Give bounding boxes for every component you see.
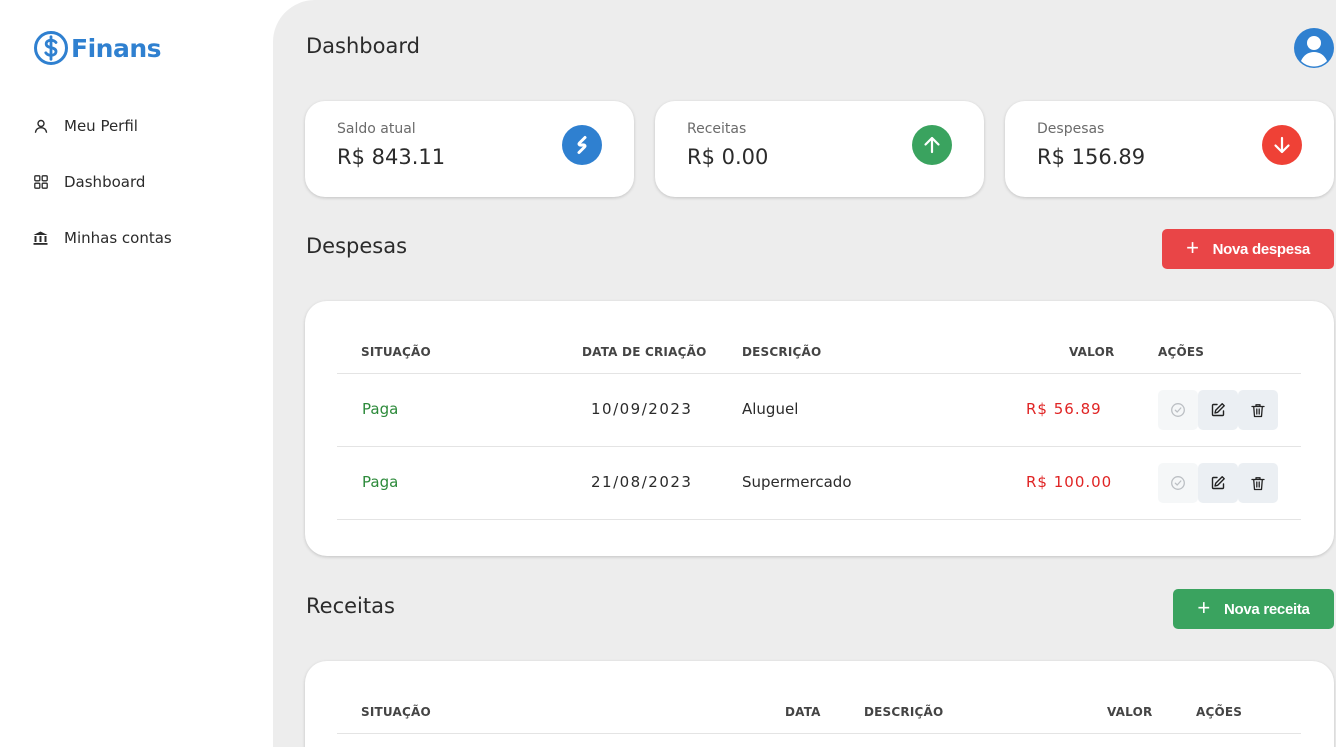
balance-icon	[562, 125, 602, 165]
arrow-down-icon	[1262, 125, 1302, 165]
column-header: AÇÕES	[1158, 345, 1205, 359]
app-name: Finans	[71, 33, 162, 63]
plus-icon: +	[1186, 235, 1199, 260]
expenses-section-title: Despesas	[306, 234, 408, 258]
column-header: AÇÕES	[1196, 705, 1243, 719]
income-section-title: Receitas	[306, 594, 395, 618]
column-header: SITUAÇÃO	[361, 345, 431, 359]
dollar-circle-icon	[34, 31, 68, 65]
bank-icon	[33, 231, 48, 246]
plus-icon: +	[1197, 595, 1210, 620]
edit-icon	[1211, 476, 1225, 490]
new-income-button[interactable]: + Nova receita	[1173, 589, 1334, 629]
expenses-table: SITUAÇÃO DATA DE CRIAÇÃO DESCRIÇÃO VALOR…	[305, 301, 1334, 556]
trash-icon	[1251, 476, 1265, 490]
new-expense-button[interactable]: + Nova despesa	[1162, 229, 1334, 269]
edit-icon	[1211, 403, 1225, 417]
card-value: R$ 0.00	[687, 145, 769, 169]
user-avatar-icon[interactable]	[1293, 27, 1335, 69]
arrow-up-icon	[912, 125, 952, 165]
status-badge: Paga	[362, 400, 399, 418]
sidebar-nav: Meu Perfil Dashboard Minhas contas	[33, 112, 172, 280]
date-cell: 21/08/2023	[591, 473, 693, 491]
column-header: DESCRIÇÃO	[864, 705, 944, 719]
check-circle-icon	[1171, 403, 1185, 417]
income-card: Receitas R$ 0.00	[655, 101, 984, 197]
balance-card: Saldo atual R$ 843.11	[305, 101, 634, 197]
card-label: Despesas	[1037, 121, 1105, 137]
income-table: SITUAÇÃO DATA DESCRIÇÃO VALOR AÇÕES	[305, 661, 1334, 747]
column-header: VALOR	[1069, 345, 1115, 359]
sidebar: Finans Meu Perfil Dashboard Minhas conta…	[0, 0, 273, 747]
delete-button[interactable]	[1238, 390, 1278, 430]
main-content: Dashboard Saldo atual R$ 843.11 Receitas…	[273, 0, 1336, 747]
edit-button[interactable]	[1198, 390, 1238, 430]
row-divider	[337, 373, 1301, 374]
description-cell: Aluguel	[742, 400, 799, 418]
sidebar-item-dashboard[interactable]: Dashboard	[33, 168, 172, 196]
new-expense-label: Nova despesa	[1212, 240, 1311, 258]
trash-icon	[1251, 403, 1265, 417]
delete-button[interactable]	[1238, 463, 1278, 503]
description-cell: Supermercado	[742, 473, 852, 491]
column-header: VALOR	[1107, 705, 1153, 719]
check-circle-icon	[1171, 476, 1185, 490]
status-badge: Paga	[362, 473, 399, 491]
expense-card: Despesas R$ 156.89	[1005, 101, 1334, 197]
grid-icon	[33, 175, 48, 190]
logo[interactable]: Finans	[33, 30, 162, 66]
page-title: Dashboard	[306, 34, 420, 58]
row-divider	[337, 446, 1301, 447]
column-header: SITUAÇÃO	[361, 705, 431, 719]
sidebar-item-label: Meu Perfil	[64, 117, 138, 135]
card-value: R$ 843.11	[337, 145, 446, 169]
mark-paid-button[interactable]	[1158, 463, 1198, 503]
value-cell: R$ 56.89	[1026, 400, 1102, 418]
column-header: DESCRIÇÃO	[742, 345, 822, 359]
row-divider	[337, 519, 1301, 520]
sidebar-item-minhas-contas[interactable]: Minhas contas	[33, 224, 172, 252]
sidebar-item-label: Minhas contas	[64, 229, 172, 247]
card-value: R$ 156.89	[1037, 145, 1146, 169]
card-label: Receitas	[687, 121, 747, 137]
column-header: DATA	[785, 705, 821, 719]
sidebar-item-label: Dashboard	[64, 173, 146, 191]
value-cell: R$ 100.00	[1026, 473, 1113, 491]
sidebar-item-meu-perfil[interactable]: Meu Perfil	[33, 112, 172, 140]
card-label: Saldo atual	[337, 121, 416, 137]
summary-cards: Saldo atual R$ 843.11 Receitas R$ 0.00 D…	[305, 101, 1334, 197]
date-cell: 10/09/2023	[591, 400, 693, 418]
new-income-label: Nova receita	[1223, 600, 1310, 618]
edit-button[interactable]	[1198, 463, 1238, 503]
row-divider	[337, 733, 1301, 734]
column-header: DATA DE CRIAÇÃO	[582, 345, 707, 359]
user-icon	[33, 119, 48, 134]
mark-paid-button[interactable]	[1158, 390, 1198, 430]
